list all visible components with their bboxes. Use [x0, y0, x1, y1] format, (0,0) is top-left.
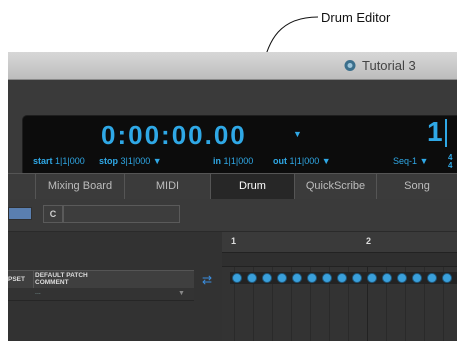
table-row[interactable]: ... ▼ [8, 288, 194, 301]
loop-icon[interactable]: ⇄ [202, 273, 212, 287]
pitch-field[interactable]: C [43, 205, 63, 223]
chevron-down-icon: ▼ [419, 156, 429, 166]
column-pset: PSET [8, 276, 25, 283]
editor-toolbar: C [8, 199, 457, 231]
chevron-down-icon[interactable]: ▼ [178, 290, 185, 297]
name-field[interactable] [63, 205, 180, 223]
ruler-mark-2: 2 [366, 236, 372, 246]
step-dot[interactable] [397, 273, 407, 283]
column-default-patch-line2: COMMENT [35, 279, 69, 286]
tab-song[interactable]: Song [377, 174, 457, 199]
tab-bar: Mixing Board MIDI Drum QuickScribe Song [8, 173, 457, 200]
playhead-marker [445, 119, 447, 147]
step-dot[interactable] [307, 273, 317, 283]
drum-grid-area: 1 2 [222, 232, 457, 341]
step-dot[interactable] [442, 273, 452, 283]
tab-midi[interactable]: MIDI [125, 174, 211, 199]
stop-label: stop [99, 156, 118, 166]
in-label: in [213, 156, 221, 166]
stop-value: 3|1|000 [120, 156, 151, 166]
chevron-down-icon[interactable]: ▼ [293, 129, 302, 139]
instrument-list: PSET DEFAULT PATCH COMMENT ... ▼ ⇄ [8, 232, 222, 341]
tab-drum[interactable]: Drum [211, 174, 295, 199]
timeline-ruler[interactable]: 1 2 [222, 232, 457, 253]
step-dot[interactable] [382, 273, 392, 283]
in-field[interactable]: in 1|1|000 [213, 156, 253, 166]
chevron-down-icon[interactable]: ▼ [153, 156, 162, 166]
patch-value[interactable]: ... [35, 289, 41, 296]
measure-display: 1 [427, 116, 443, 147]
step-dot[interactable] [232, 273, 242, 283]
step-dot[interactable] [427, 273, 437, 283]
sequence-label: Seq-1 [393, 156, 418, 166]
out-label: out [273, 156, 287, 166]
time-display[interactable]: 0:00:00.00 [101, 120, 247, 151]
step-dot[interactable] [292, 273, 302, 283]
window-title: Tutorial 3 [362, 58, 416, 73]
column-default-patch-line1: DEFAULT PATCH [35, 272, 88, 279]
transport-counter: 0:00:00.00 ▼ start 1|1|000 stop 3|1|000 … [22, 115, 457, 177]
column-default-patch: DEFAULT PATCH COMMENT [35, 272, 88, 286]
tab-mixing-board[interactable]: Mixing Board [36, 174, 125, 199]
out-field[interactable]: out 1|1|000 ▼ [273, 156, 331, 166]
sequence-selector[interactable]: Seq-1 ▼ [393, 156, 428, 166]
selection-field[interactable] [8, 207, 32, 220]
document-icon [344, 60, 356, 71]
step-dot[interactable] [352, 273, 362, 283]
start-value: 1|1|000 [55, 156, 85, 166]
patch-table-header: PSET DEFAULT PATCH COMMENT [8, 270, 194, 290]
meter-bottom: 4 [448, 161, 453, 170]
step-dot[interactable] [367, 273, 377, 283]
step-dot[interactable] [262, 273, 272, 283]
ruler-mark-1: 1 [231, 236, 237, 246]
step-dot[interactable] [412, 273, 422, 283]
out-value: 1|1|000 [289, 156, 320, 166]
step-dot[interactable] [277, 273, 287, 283]
in-value: 1|1|000 [223, 156, 254, 166]
title-bar[interactable]: Tutorial 3 [8, 52, 457, 80]
ruler-strip[interactable] [222, 253, 457, 267]
tab-hidden[interactable] [8, 174, 36, 199]
step-dot[interactable] [322, 273, 332, 283]
column-divider [33, 271, 34, 289]
start-label: start [33, 156, 53, 166]
start-field[interactable]: start 1|1|000 [33, 156, 85, 166]
drum-step-row[interactable] [230, 272, 457, 284]
stop-field[interactable]: stop 3|1|000 ▼ [99, 156, 162, 166]
meter-display[interactable]: 4 4 [448, 154, 452, 170]
chevron-down-icon[interactable]: ▼ [322, 156, 331, 166]
step-dot[interactable] [337, 273, 347, 283]
tab-quickscribe[interactable]: QuickScribe [295, 174, 377, 199]
step-dot[interactable] [247, 273, 257, 283]
app-window: Tutorial 3 0:00:00.00 ▼ start 1|1|000 st… [8, 52, 457, 341]
